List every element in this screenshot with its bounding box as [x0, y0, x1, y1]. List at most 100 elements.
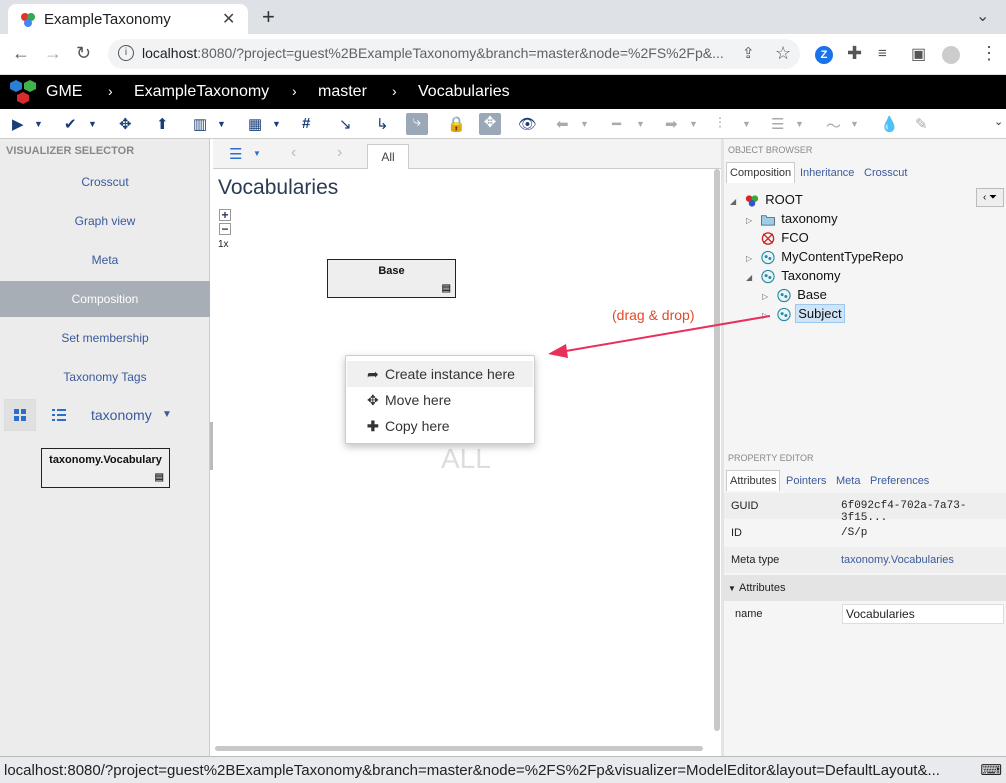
library-dropdown-caret-icon[interactable]: ▼ [162, 409, 172, 420]
vertical-scrollbar[interactable] [714, 169, 720, 731]
dropdown-caret-icon[interactable]: ▼ [272, 119, 281, 129]
fill-color-icon[interactable]: 💧 [880, 115, 899, 133]
tab-meta[interactable]: Meta [836, 475, 860, 487]
menu-create-instance[interactable]: ➦ Create instance here [347, 361, 533, 387]
arrow-left-style-icon[interactable]: ⬅ [556, 115, 569, 133]
tab-pointers[interactable]: Pointers [786, 475, 826, 487]
tab-next-icon[interactable]: › [337, 144, 342, 162]
dropdown-caret-icon[interactable]: ▼ [580, 119, 589, 129]
dropdown-caret-icon[interactable]: ▼ [689, 119, 698, 129]
pan-icon[interactable]: ✥ [479, 113, 501, 135]
metatype-link[interactable]: taxonomy.Vocabularies [841, 554, 954, 566]
visualizer-graph-view[interactable]: Graph view [0, 203, 210, 239]
attributes-section-header[interactable]: ▼ Attributes [724, 575, 1006, 601]
reload-icon[interactable]: ↻ [76, 43, 91, 64]
move-icon[interactable]: ✥ [119, 115, 132, 133]
expanded-triangle-icon: ◢ [746, 273, 753, 282]
media-playlist-icon[interactable]: ≡ [878, 45, 887, 62]
part-taxonomy-vocabulary[interactable]: taxonomy.Vocabulary ▤ [41, 448, 170, 488]
visualizer-meta[interactable]: Meta [0, 242, 210, 278]
dropdown-caret-icon[interactable]: ▼ [742, 119, 751, 129]
profile-avatar-icon[interactable] [942, 46, 960, 64]
play-icon[interactable]: ▶ [12, 115, 24, 133]
tab-attributes[interactable]: Attributes [726, 470, 781, 491]
status-url: localhost:8080/?project=guest%2BExampleT… [4, 762, 940, 779]
tree-node-subject[interactable]: ▷ Subject [762, 304, 845, 325]
dropdown-caret-icon[interactable]: ▼ [795, 119, 804, 129]
tab-crosscut[interactable]: Crosscut [864, 167, 907, 179]
pen-icon[interactable]: ✎ [915, 115, 928, 133]
hash-icon[interactable]: # [302, 115, 310, 132]
root-icon [745, 195, 758, 207]
arrow-right-style-icon[interactable]: ➡ [665, 115, 678, 133]
visualizer-set-membership[interactable]: Set membership [0, 320, 210, 356]
zoom-out-button[interactable]: − [219, 223, 231, 235]
close-tab-icon[interactable]: ✕ [222, 9, 235, 29]
toolbar-overflow-icon[interactable]: ⌄ [994, 115, 1003, 128]
node-base[interactable]: Base ▤ [327, 259, 456, 298]
layout-columns-icon[interactable]: ▥ [193, 115, 207, 133]
new-tab-icon[interactable]: + [262, 4, 275, 30]
library-selector[interactable]: taxonomy [91, 407, 152, 423]
aspect-tab-all[interactable]: All [367, 144, 409, 169]
dropdown-caret-icon[interactable]: ▼ [217, 119, 226, 129]
lock-icon[interactable]: 🔒 [447, 115, 466, 133]
browser-tab[interactable]: ExampleTaxonomy ✕ [8, 4, 248, 34]
tab-inheritance[interactable]: Inheritance [800, 167, 854, 179]
name-input[interactable]: Vocabularies [842, 604, 1004, 624]
dropdown-caret-icon[interactable]: ▼ [88, 119, 97, 129]
share-icon[interactable]: ⇪ [742, 44, 755, 62]
connector-elbow-icon[interactable]: ↳ [376, 115, 389, 133]
connector-arrow-icon[interactable]: ↘ [339, 115, 352, 133]
connector-route-icon[interactable]: ⤷ [406, 113, 428, 135]
line-width-icon[interactable]: ☰ [771, 115, 784, 133]
tab-search-chevron-icon[interactable]: ⌄ [976, 6, 989, 26]
dropdown-caret-icon[interactable]: ▼ [34, 119, 43, 129]
upload-icon[interactable]: ⬆ [156, 115, 169, 133]
tree-node-taxonomy[interactable]: ▷ taxonomy [746, 211, 840, 230]
address-bar[interactable]: i localhost:8080/?project=guest%2BExampl… [108, 39, 800, 69]
extensions-puzzle-icon[interactable]: ✚ [847, 43, 862, 64]
grid-view-button[interactable] [4, 399, 36, 431]
back-icon[interactable]: ← [12, 43, 30, 64]
tab-preferences[interactable]: Preferences [870, 475, 929, 487]
zoom-in-button[interactable]: + [219, 209, 231, 221]
tab-list-icon[interactable]: ☰ [229, 145, 242, 163]
dropdown-caret-icon[interactable]: ▼ [636, 119, 645, 129]
branch-breadcrumb[interactable]: master [318, 83, 367, 101]
app-name[interactable]: GME [46, 83, 82, 101]
horizontal-scrollbar[interactable] [215, 746, 703, 751]
eye-icon[interactable]: 👁 [518, 115, 537, 133]
side-panel-icon[interactable]: ▣ [911, 44, 926, 64]
visualizer-taxonomy-tags[interactable]: Taxonomy Tags [0, 359, 210, 395]
project-breadcrumb[interactable]: ExampleTaxonomy [134, 83, 269, 101]
line-style-icon[interactable]: ━ [612, 115, 621, 133]
extension-z-icon[interactable]: Z [815, 46, 833, 64]
node-label: Base [378, 265, 405, 277]
dropdown-caret-icon[interactable]: ▼ [850, 119, 859, 129]
dropdown-caret-icon[interactable]: ▼ [253, 149, 261, 158]
tree-node-root[interactable]: ◢ ROOT [730, 192, 805, 211]
filter-button[interactable]: ‹ ⏷ [976, 188, 1004, 207]
list-icon: ▤ [441, 283, 451, 294]
list-view-button[interactable] [48, 399, 70, 431]
tree-node-mycontenttyperepo[interactable]: ▷ MyContentTypeRepo [746, 249, 905, 268]
tab-prev-icon[interactable]: ‹ [291, 144, 296, 162]
bookmark-star-icon[interactable]: ☆ [775, 43, 791, 64]
visualizer-crosscut[interactable]: Crosscut [0, 164, 210, 200]
browser-menu-icon[interactable]: ⋮ [980, 43, 998, 64]
visualizer-composition[interactable]: Composition [0, 281, 210, 317]
tab-composition[interactable]: Composition [726, 162, 796, 183]
check-circle-icon[interactable]: ✔ [64, 115, 77, 133]
line-curve-icon[interactable]: 〜 [826, 115, 841, 136]
site-info-icon[interactable]: i [118, 45, 134, 61]
tree-node-taxonomy-model[interactable]: ◢ Taxonomy [746, 268, 843, 287]
menu-copy-here[interactable]: ✚ Copy here [347, 413, 533, 439]
tree-node-fco[interactable]: FCO [746, 230, 811, 249]
menu-move-here[interactable]: ✥ Move here [347, 387, 533, 413]
grid-icon[interactable]: ▦ [248, 115, 262, 133]
node-breadcrumb[interactable]: Vocabularies [418, 83, 510, 101]
forward-icon[interactable]: → [44, 43, 62, 64]
collapsed-triangle-icon: ▷ [746, 216, 753, 225]
sliders-icon[interactable]: ⫶ [718, 115, 722, 132]
